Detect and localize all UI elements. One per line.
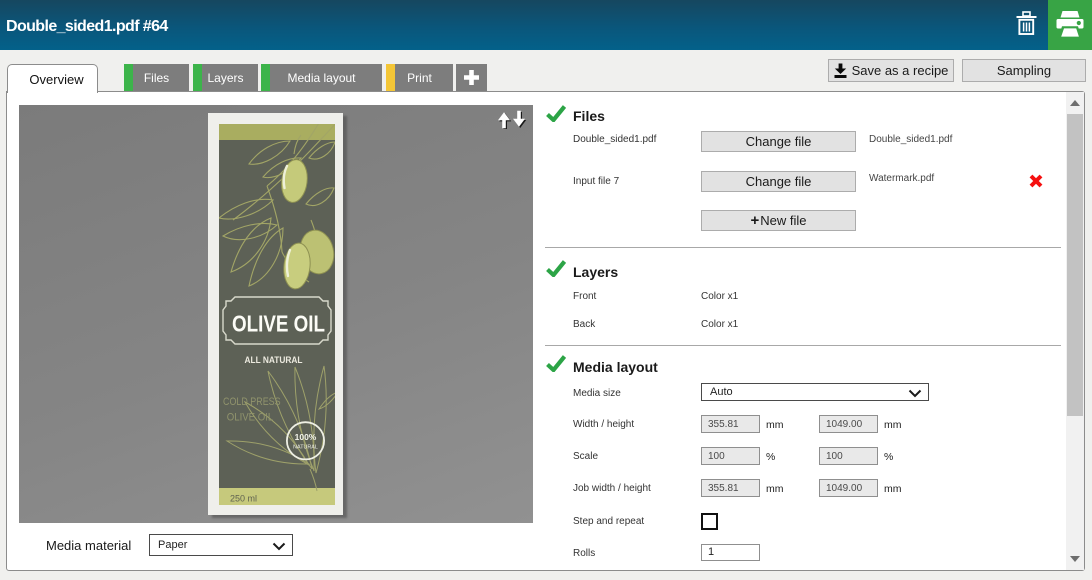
svg-text:ALL NATURAL: ALL NATURAL — [245, 355, 303, 365]
svg-text:250 ml: 250 ml — [230, 494, 257, 504]
svg-text:100%: 100% — [295, 432, 317, 442]
svg-text:COLD PRESS: COLD PRESS — [223, 396, 281, 408]
svg-text:OLIVE OIL: OLIVE OIL — [227, 412, 274, 424]
svg-text:OLIVE OIL: OLIVE OIL — [232, 311, 325, 337]
svg-text:NATURAL: NATURAL — [293, 445, 318, 451]
